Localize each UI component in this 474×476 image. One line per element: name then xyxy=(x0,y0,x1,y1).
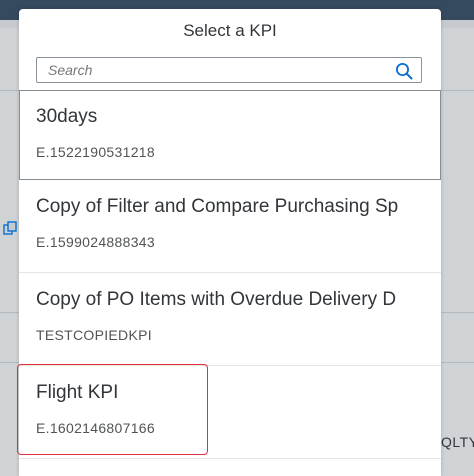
background-divider xyxy=(441,362,474,363)
background-divider xyxy=(0,90,20,91)
search-icon[interactable] xyxy=(395,62,413,80)
background-divider xyxy=(441,312,474,313)
kpi-id: E.1599024888343 xyxy=(36,234,155,250)
dialog-header: Select a KPI xyxy=(19,9,441,54)
list-item[interactable]: Copy of Filter and Compare Purchasing Sp… xyxy=(19,180,441,273)
list-item[interactable]: Flight KPI E.1602146807166 xyxy=(19,366,441,459)
kpi-id: TESTCOPIEDKPI xyxy=(36,327,152,343)
kpi-id: E.1602146807166 xyxy=(36,420,155,436)
kpi-title: Copy of Filter and Compare Purchasing Sp xyxy=(36,196,399,217)
background-divider xyxy=(0,362,20,363)
background-column-header: QLTY xyxy=(441,434,474,450)
kpi-title: 30days xyxy=(36,106,98,127)
list-item[interactable]: 30days E.1522190531218 xyxy=(19,90,441,180)
kpi-title: Copy of PO Items with Overdue Delivery D xyxy=(36,289,397,310)
background-divider xyxy=(0,312,20,313)
search-input[interactable] xyxy=(37,58,387,82)
copy-icon xyxy=(3,221,17,235)
search-field[interactable] xyxy=(36,57,422,83)
kpi-list: 30days E.1522190531218 Copy of Filter an… xyxy=(19,90,441,459)
dialog-title: Select a KPI xyxy=(183,21,277,40)
kpi-title: Flight KPI xyxy=(36,382,119,403)
kpi-id: E.1522190531218 xyxy=(36,144,155,160)
select-kpi-dialog: Select a KPI 30days E.1522190531218 Copy… xyxy=(19,9,441,476)
background-divider xyxy=(441,90,474,91)
list-item[interactable]: Copy of PO Items with Overdue Delivery D… xyxy=(19,273,441,366)
